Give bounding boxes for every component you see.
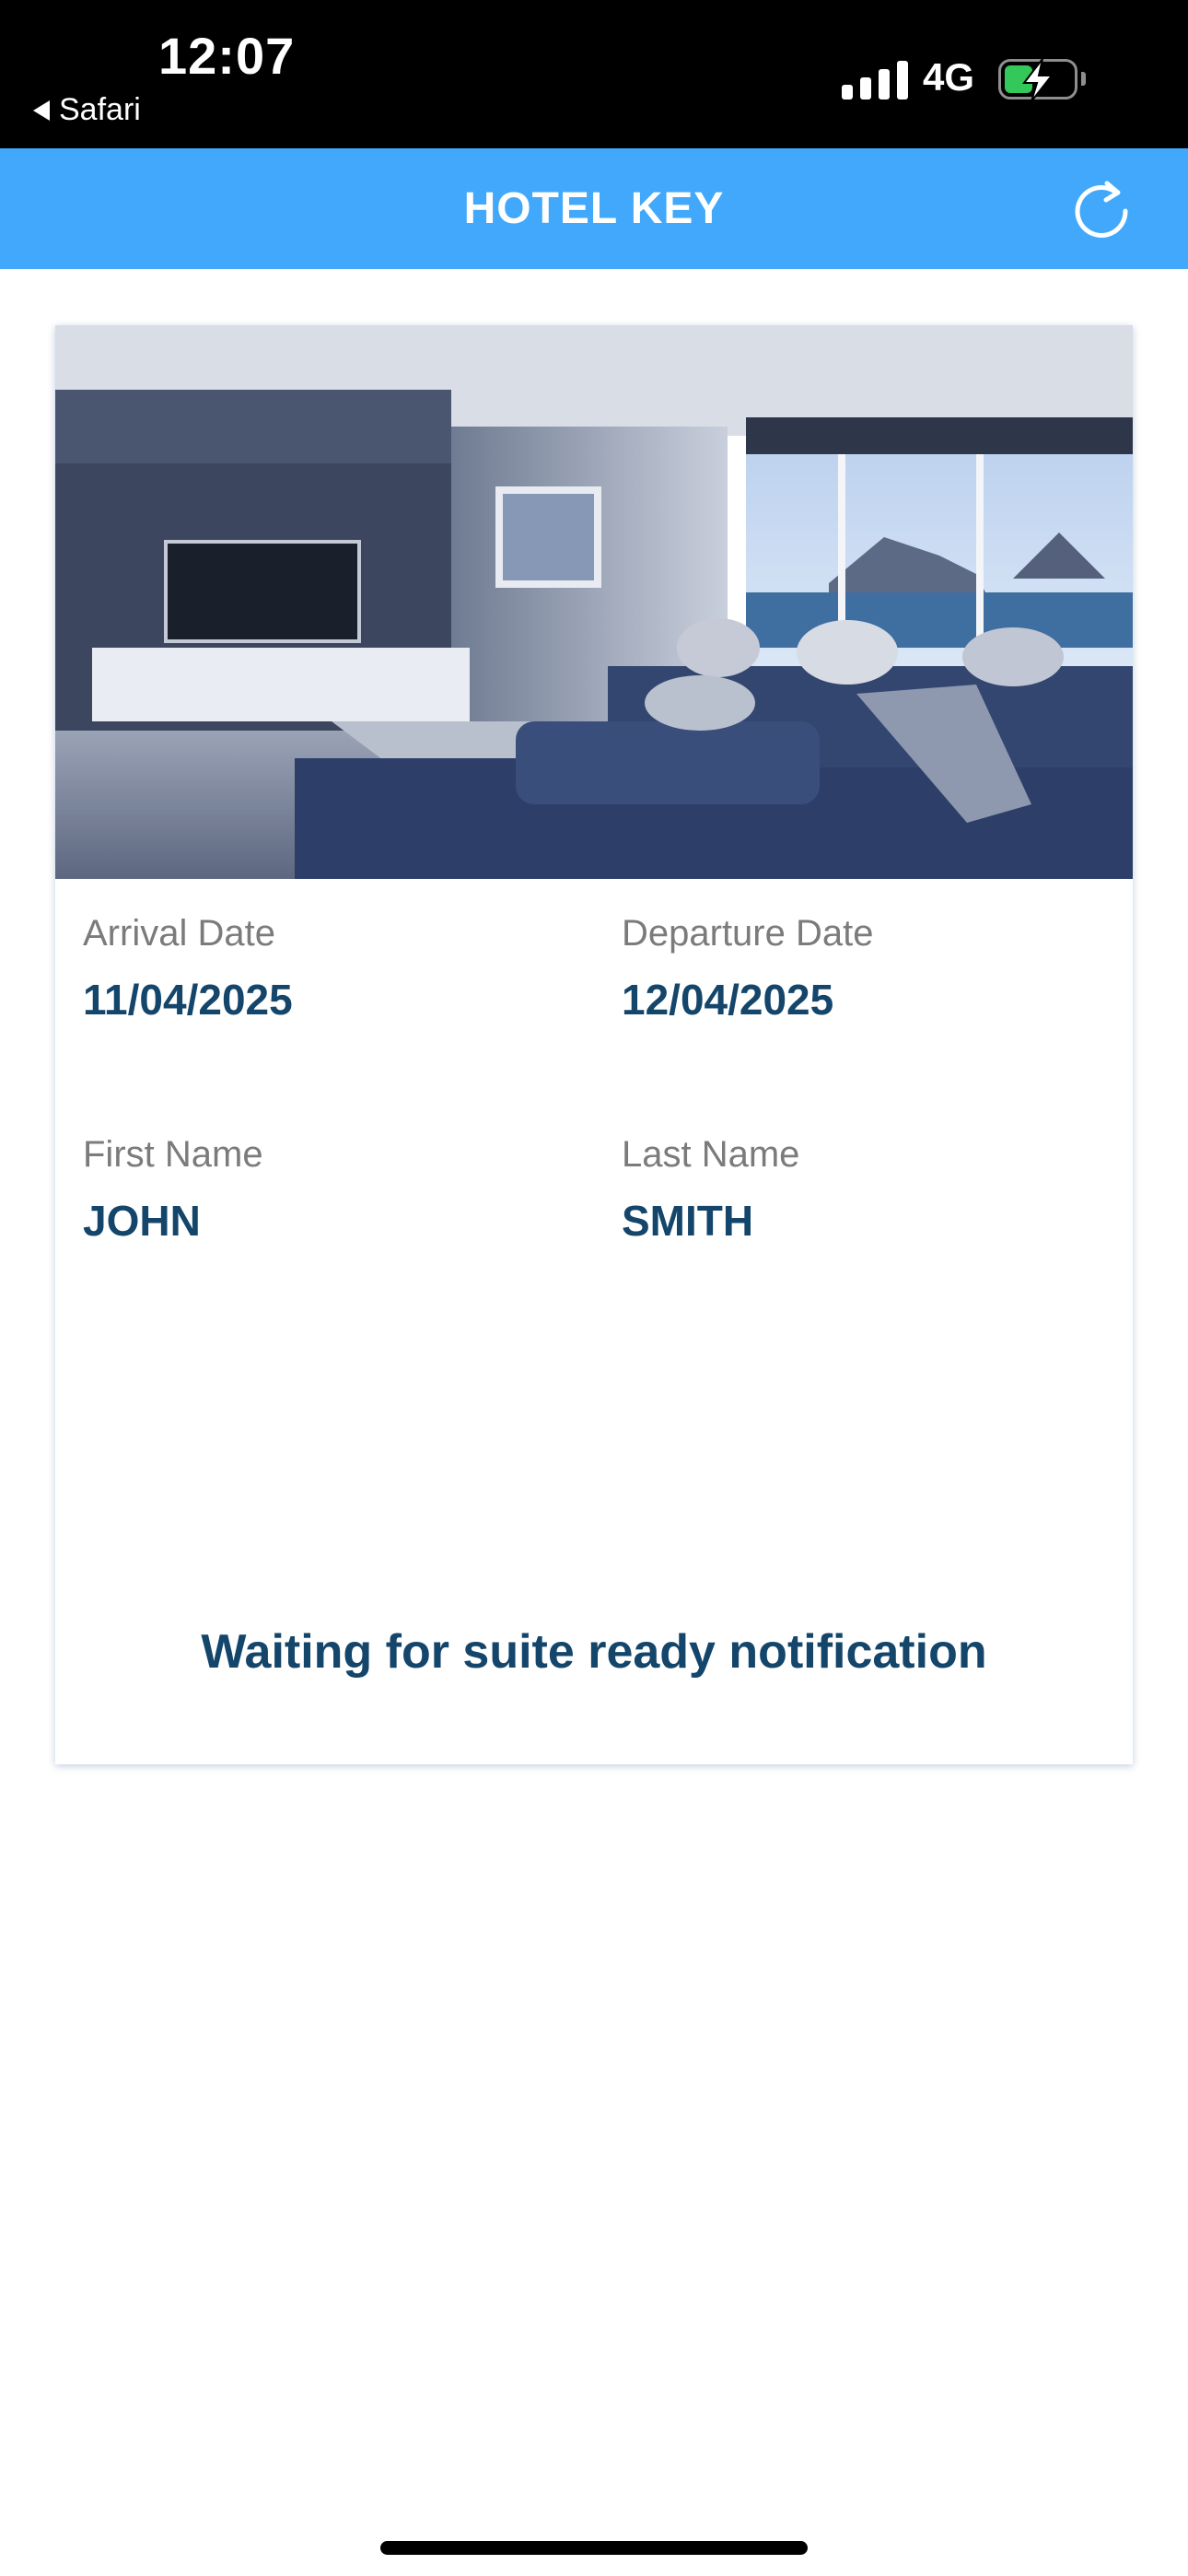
status-time: 12:07: [158, 27, 296, 85]
last-name-value: SMITH: [622, 1197, 754, 1245]
status-bar: 12:07 Safari 4G: [0, 0, 1188, 148]
battery-tip: [1081, 72, 1086, 86]
page-title: HOTEL KEY: [463, 184, 725, 233]
first-name-value: JOHN: [83, 1197, 201, 1245]
last-name-label: Last Name: [622, 1134, 800, 1175]
cellular-signal-icon: [842, 59, 908, 100]
first-name-label: First Name: [83, 1134, 263, 1175]
back-app-label: Safari: [59, 92, 141, 127]
arrival-date-label: Arrival Date: [83, 913, 275, 954]
reservation-card: Arrival Date 11/04/2025 Departure Date 1…: [55, 325, 1133, 1764]
back-arrow-icon: [33, 100, 50, 121]
network-type: 4G: [923, 55, 975, 99]
app-header: HOTEL KEY: [0, 148, 1188, 269]
refresh-icon[interactable]: [1068, 176, 1135, 242]
charging-bolt-icon: [1021, 58, 1054, 102]
back-to-safari-link[interactable]: Safari: [33, 92, 141, 128]
room-photo: [55, 325, 1133, 879]
suite-status-message: Waiting for suite ready notification: [201, 1625, 987, 1679]
home-indicator[interactable]: [380, 2541, 808, 2555]
departure-date-value: 12/04/2025: [622, 976, 834, 1024]
arrival-date-value: 11/04/2025: [83, 976, 293, 1024]
departure-date-label: Departure Date: [622, 913, 874, 954]
